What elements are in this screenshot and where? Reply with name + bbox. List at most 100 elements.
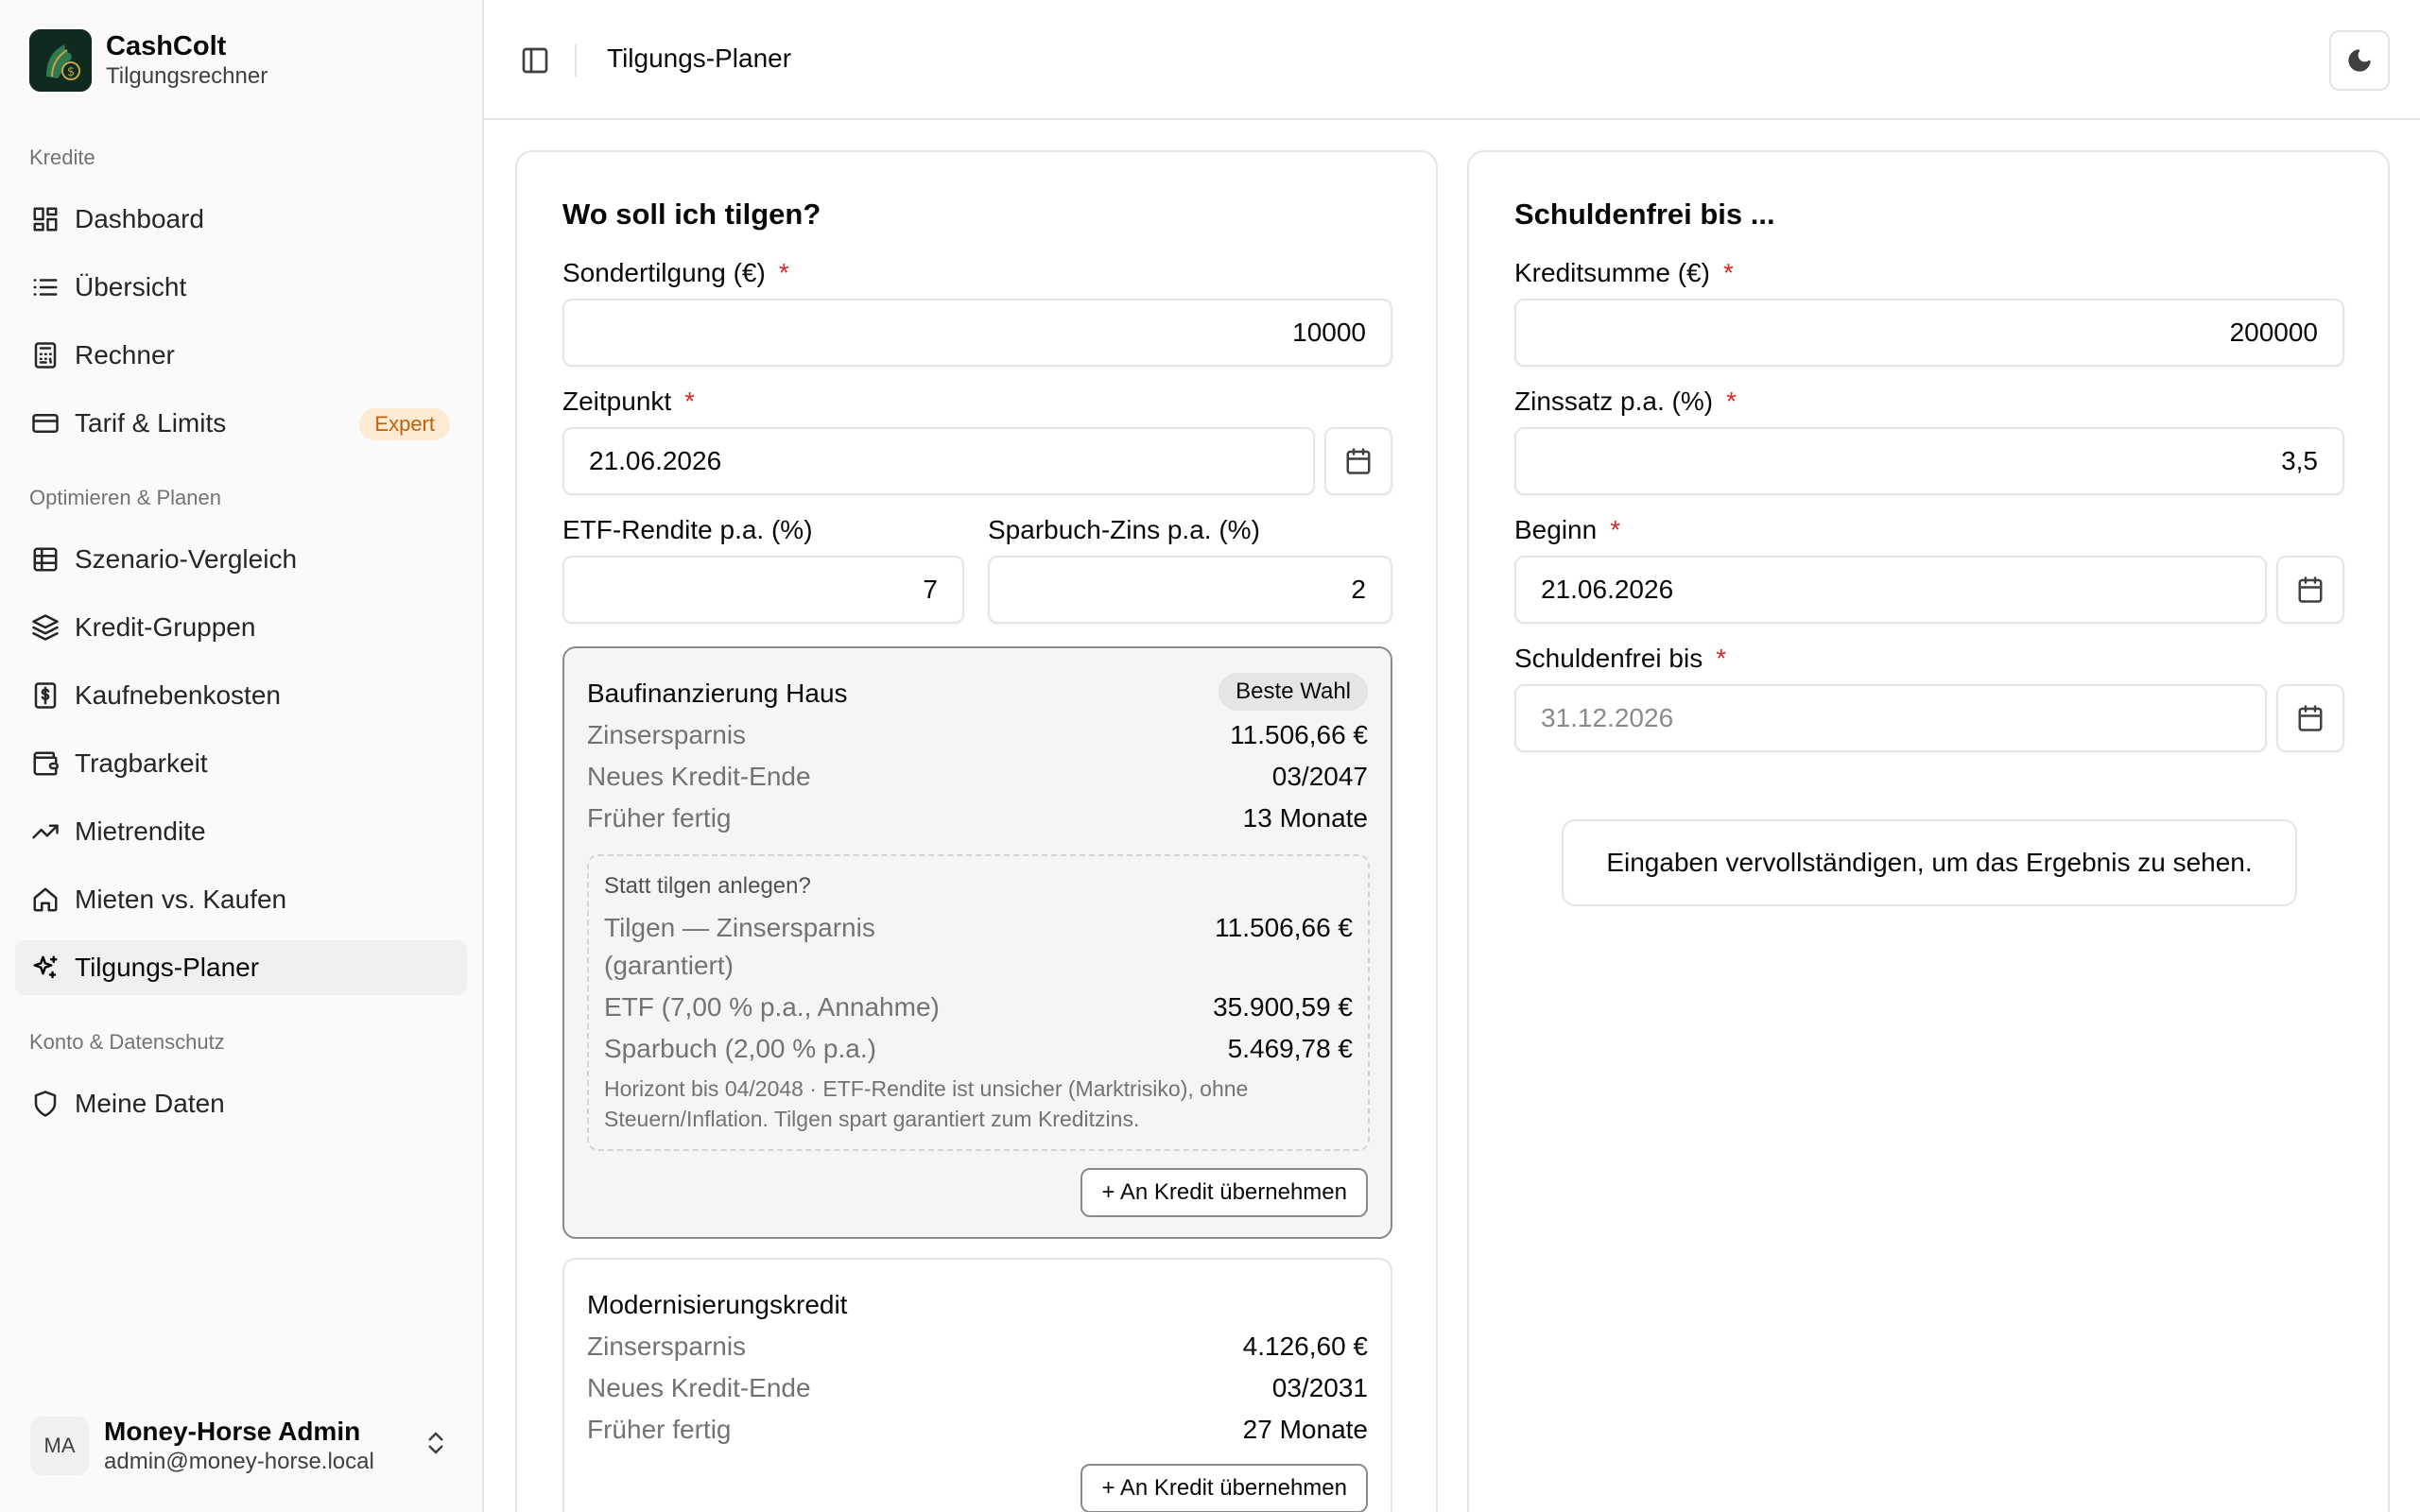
frueher-fertig-label: Früher fertig — [587, 1415, 732, 1444]
list-icon — [29, 271, 61, 303]
sondertilgung-input[interactable]: 10000 — [562, 299, 1392, 367]
alt-sparbuch-label: Sparbuch (2,00 % p.a.) — [604, 1034, 876, 1063]
kredit-ende-row: Neues Kredit-Ende 03/2031 — [587, 1373, 1368, 1411]
zinsersparnis-value: 11.506,66 € — [1230, 720, 1368, 749]
schuldenfrei-input[interactable]: 31.12.2026 — [1514, 684, 2267, 752]
wallet-icon — [29, 747, 61, 780]
sparbuch-label: Sparbuch-Zins p.a. (%) — [988, 515, 1260, 544]
nav-item-mieten-kaufen-label: Mieten vs. Kaufen — [75, 885, 287, 914]
nav-item-szenario[interactable]: Szenario-Vergleich — [15, 532, 467, 587]
nav-item-rechner[interactable]: Rechner — [15, 328, 467, 383]
nav-item-dashboard[interactable]: Dashboard — [15, 192, 467, 247]
etf-label: ETF-Rendite p.a. (%) — [562, 515, 813, 544]
kredit-ende-label: Neues Kredit-Ende — [587, 1373, 811, 1402]
panel-left-icon — [522, 47, 548, 74]
zinssatz-label: Zinssatz p.a. (%) * — [1514, 387, 1737, 417]
moon-icon — [2348, 49, 2371, 72]
brand[interactable]: $ CashColt Tilgungsrechner — [29, 29, 268, 92]
zinsersparnis-label: Zinsersparnis — [587, 1332, 747, 1361]
trending-up-icon — [29, 816, 61, 848]
zinssatz-input[interactable]: 3,5 — [1514, 427, 2344, 495]
beginn-label: Beginn * — [1514, 515, 1620, 545]
frueher-fertig-label: Früher fertig — [587, 803, 732, 833]
best-choice-badge: Beste Wahl — [1219, 673, 1368, 711]
zinsersparnis-value: 4.126,60 € — [1242, 1332, 1368, 1361]
nav-item-kaufnebenkosten[interactable]: Kaufnebenkosten — [15, 668, 467, 723]
required-mark: * — [778, 258, 789, 287]
required-mark: * — [1716, 644, 1727, 673]
zeitpunkt-input[interactable]: 21.06.2026 — [562, 427, 1315, 495]
nav-item-mietrendite[interactable]: Mietrendite — [15, 804, 467, 859]
tilgen-card-title: Wo soll ich tilgen? — [562, 198, 821, 231]
top-header: Tilgungs-Planer — [484, 0, 2420, 120]
dashboard-icon — [29, 203, 61, 235]
nav-section-konto: Konto & Datenschutz — [29, 1030, 225, 1054]
page-title: Tilgungs-Planer — [607, 43, 792, 73]
loan-name: Modernisierungskredit — [587, 1290, 848, 1319]
nav-item-tilgungsplaner[interactable]: Tilgungs-Planer — [15, 940, 467, 995]
calendar-icon — [2298, 576, 2323, 603]
result-hint: Eingaben vervollständigen, um das Ergebn… — [1562, 819, 2297, 906]
nav-item-mieten-kaufen[interactable]: Mieten vs. Kaufen — [15, 872, 467, 927]
user-menu[interactable]: MA Money-Horse Admin admin@money-horse.l… — [15, 1397, 467, 1495]
schuldenfrei-card: Schuldenfrei bis ... Kreditsumme (€) * 20… — [1467, 150, 2390, 1512]
zeitpunkt-label: Zeitpunkt * — [562, 387, 695, 417]
sparbuch-zins-input[interactable]: 2 — [988, 556, 1392, 624]
alt-tilgen-label: Tilgen — Zinsersparnis (garantiert) — [604, 913, 875, 980]
schuldenfrei-label: Schuldenfrei bis * — [1514, 644, 1726, 674]
alt-sparbuch-row: Sparbuch (2,00 % p.a.) 5.469,78 € — [604, 1030, 1353, 1068]
schuldenfrei-label-text: Schuldenfrei bis — [1514, 644, 1703, 673]
sondertilgung-label-text: Sondertilgung (€) — [562, 258, 766, 287]
nav-item-uebersicht[interactable]: Übersicht — [15, 260, 467, 315]
nav-item-meine-daten-label: Meine Daten — [75, 1089, 225, 1118]
expert-badge: Expert — [359, 408, 450, 440]
nav-item-kreditgruppen[interactable]: Kredit-Gruppen — [15, 600, 467, 655]
receipt-dollar-icon — [29, 679, 61, 712]
brand-subtitle: Tilgungsrechner — [106, 63, 268, 89]
required-mark: * — [684, 387, 696, 416]
nav-item-tragbarkeit[interactable]: Tragbarkeit — [15, 736, 467, 791]
svg-text:$: $ — [67, 65, 75, 79]
apply-to-loan-button[interactable]: + An Kredit übernehmen — [1080, 1168, 1368, 1217]
kreditsumme-input[interactable]: 200000 — [1514, 299, 2344, 367]
sondertilgung-label: Sondertilgung (€) * — [562, 258, 789, 288]
etf-rendite-input[interactable]: 7 — [562, 556, 964, 624]
alt-etf-row: ETF (7,00 % p.a., Annahme) 35.900,59 € — [604, 988, 1353, 1026]
nav-item-meine-daten[interactable]: Meine Daten — [15, 1076, 467, 1131]
shield-icon — [29, 1088, 61, 1120]
table-icon — [29, 543, 61, 576]
sparkles-icon — [29, 952, 61, 984]
nav-item-tragbarkeit-label: Tragbarkeit — [75, 748, 208, 778]
apply-to-loan-button[interactable]: + An Kredit übernehmen — [1080, 1464, 1368, 1512]
zinsersparnis-row: Zinsersparnis 4.126,60 € — [587, 1332, 1368, 1369]
tilgen-card: Wo soll ich tilgen? Sondertilgung (€) * 1… — [515, 150, 1438, 1512]
nav-item-szenario-label: Szenario-Vergleich — [75, 544, 298, 574]
user-email: admin@money-horse.local — [104, 1449, 374, 1474]
alt-etf-value: 35.900,59 € — [1213, 992, 1353, 1022]
kreditsumme-label: Kreditsumme (€) * — [1514, 258, 1734, 288]
nav-item-tarif[interactable]: Tarif & Limits Expert — [15, 396, 467, 451]
home-icon — [29, 884, 61, 916]
schuldenfrei-calendar-button[interactable] — [2276, 684, 2344, 752]
kredit-ende-value: 03/2047 — [1271, 762, 1368, 791]
beginn-calendar-button[interactable] — [2276, 556, 2344, 624]
loan-name: Baufinanzierung Haus — [587, 679, 848, 708]
sidebar-toggle-button[interactable] — [516, 42, 554, 79]
layers-icon — [29, 611, 61, 644]
kredit-ende-value: 03/2031 — [1271, 1373, 1368, 1402]
zeitpunkt-calendar-button[interactable] — [1324, 427, 1392, 495]
header-divider — [575, 44, 577, 77]
user-name: Money-Horse Admin — [104, 1417, 361, 1446]
loan-result-card: Modernisierungskredit Zinsersparnis 4.12… — [562, 1258, 1392, 1512]
kredit-ende-label: Neues Kredit-Ende — [587, 762, 811, 791]
chevrons-up-down-icon — [422, 1429, 450, 1462]
theme-toggle-button[interactable] — [2329, 30, 2390, 91]
nav-item-tilgungsplaner-label: Tilgungs-Planer — [75, 953, 260, 982]
zinsersparnis-label: Zinsersparnis — [587, 720, 747, 749]
nav-item-tarif-label: Tarif & Limits — [75, 408, 227, 438]
nav-item-kaufnebenkosten-label: Kaufnebenkosten — [75, 680, 281, 710]
beginn-input[interactable]: 21.06.2026 — [1514, 556, 2267, 624]
invest-alternative-title: Statt tilgen anlegen? — [604, 873, 811, 899]
zeitpunkt-label-text: Zeitpunkt — [562, 387, 672, 416]
alt-tilgen-value: 11.506,66 € — [1215, 913, 1353, 942]
